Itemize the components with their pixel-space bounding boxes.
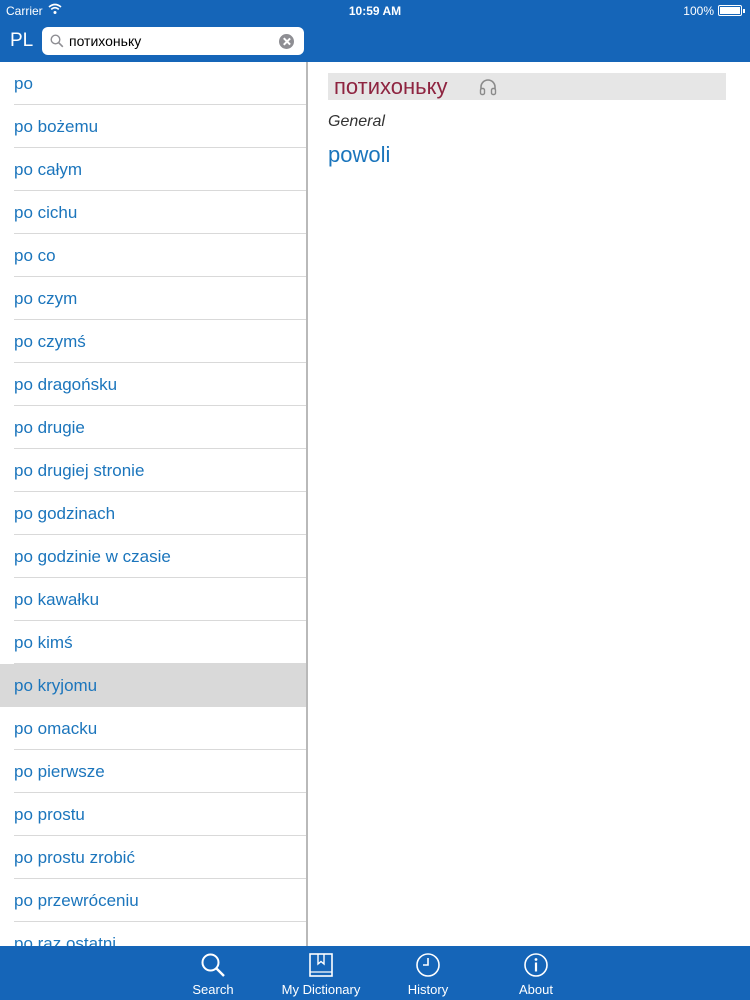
entry-detail: потихоньку General powoli	[308, 62, 750, 946]
clear-search-icon[interactable]	[279, 34, 294, 49]
headphones-icon[interactable]	[478, 77, 498, 97]
list-item[interactable]: po omacku	[0, 707, 306, 750]
list-item[interactable]: po raz ostatni	[0, 922, 306, 946]
list-item[interactable]: po co	[0, 234, 306, 277]
entry-category: General	[328, 113, 385, 130]
book-icon	[309, 953, 333, 977]
headword-bar: потихоньку	[328, 73, 726, 100]
search-icon	[201, 953, 225, 977]
list-item[interactable]: po drugiej stronie	[0, 449, 306, 492]
list-item[interactable]: po prostu	[0, 793, 306, 836]
word-list[interactable]: po po bożemu po całym po cichu po co po czym p…	[0, 62, 306, 946]
list-item[interactable]: po bożemu	[0, 105, 306, 148]
battery-icon	[718, 5, 745, 16]
list-item[interactable]: po czymś	[0, 320, 306, 363]
tab-about-label: About	[519, 982, 553, 997]
list-item[interactable]: po czym	[0, 277, 306, 320]
tab-bar: Search My Dictionary History About	[0, 946, 750, 1000]
battery-percent: 100%	[683, 4, 714, 18]
search-icon	[50, 34, 64, 48]
list-item[interactable]: po całym	[0, 148, 306, 191]
list-item[interactable]: po prostu zrobić	[0, 836, 306, 879]
clock-icon	[416, 953, 440, 977]
language-toggle[interactable]: PL	[10, 30, 33, 52]
info-icon	[524, 953, 548, 977]
status-time: 10:59 AM	[348, 4, 402, 18]
search-input[interactable]	[69, 31, 274, 51]
list-item[interactable]: po godzinie w czasie	[0, 535, 306, 578]
status-bar: Carrier 10:59 AM 100%	[0, 0, 750, 20]
list-item[interactable]: po pierwsze	[0, 750, 306, 793]
tab-history-label: History	[407, 982, 449, 997]
list-item[interactable]: po dragońsku	[0, 363, 306, 406]
tab-my-dictionary[interactable]: My Dictionary	[271, 946, 371, 1000]
headword: потихоньку	[334, 74, 448, 99]
list-item[interactable]: po	[0, 62, 306, 105]
tab-history[interactable]: History	[378, 946, 478, 1000]
tab-about[interactable]: About	[486, 946, 586, 1000]
list-item[interactable]: po drugie	[0, 406, 306, 449]
tab-search-label: Search	[192, 982, 234, 997]
top-bar: Carrier 10:59 AM 100% PL	[0, 0, 750, 62]
list-item[interactable]: po godzinach	[0, 492, 306, 535]
list-item[interactable]: po kryjomu	[0, 664, 306, 707]
list-item[interactable]: po kimś	[0, 621, 306, 664]
tab-my-dictionary-label: My Dictionary	[281, 982, 361, 997]
list-item[interactable]: po kawałku	[0, 578, 306, 621]
list-item[interactable]: po cichu	[0, 191, 306, 234]
search-field[interactable]	[42, 27, 304, 55]
list-item[interactable]: po przewróceniu	[0, 879, 306, 922]
tab-search[interactable]: Search	[163, 946, 263, 1000]
translation-link[interactable]: powoli	[328, 142, 390, 168]
